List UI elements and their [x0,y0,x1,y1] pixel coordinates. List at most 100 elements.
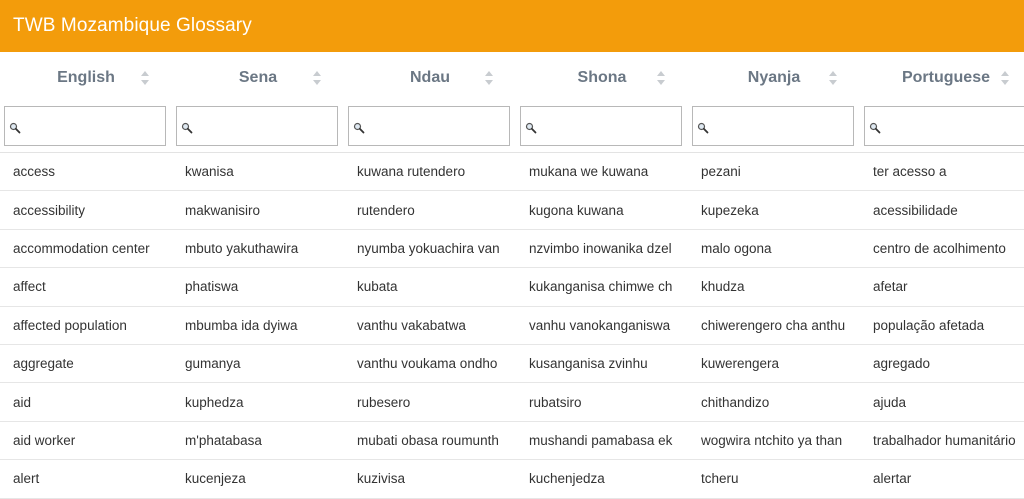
table-cell: kugona kuwana [529,202,624,218]
table-cell: accommodation center [13,240,150,256]
table-cell: phatiswa [185,279,239,295]
table-row[interactable]: alert kucenjeza kuzivisa kuchenjedza tcheru a… [0,460,1024,499]
sort-icon[interactable] [656,70,666,86]
table-cell: kucenjeza [185,471,246,487]
table-cell: vanthu voukama ondho [357,356,498,372]
table-cell: nzvimbo inowanika dzel [529,240,672,256]
filter-input-nyanja[interactable] [709,107,859,145]
sort-icon[interactable] [140,70,150,86]
table-row[interactable]: affect phatiswa kubata kukanganisa chimwe c… [0,268,1024,307]
table-cell: nyumba yokuachira van [357,240,500,256]
column-header-english[interactable]: English [0,52,172,104]
table-cell: rubatsiro [529,394,582,410]
column-header-row: English Sena Ndau Shona Nyanja Portugues… [0,52,1024,104]
table-cell: afetar [873,279,908,295]
table-cell: kuwana rutendero [357,164,466,180]
search-icon [353,121,365,134]
column-filter-row [0,104,1024,153]
table-cell: aid [13,394,32,410]
table-cell: alert [13,471,40,487]
table-cell: mukana we kuwana [529,164,649,180]
table-cell: kuphedza [185,394,244,410]
table-cell: mbumba ida dyiwa [185,317,298,333]
filter-input-sena[interactable] [193,107,343,145]
table-cell: agregado [873,356,931,372]
table-cell: mubati obasa roumunth [357,432,499,448]
table-row[interactable]: access kwanisa kuwana rutendero mukana we k… [0,153,1024,192]
table-cell: mbuto yakuthawira [185,240,299,256]
table-cell: tcheru [701,471,739,487]
filter-input-ndau[interactable] [365,107,515,145]
table-cell: affected population [13,317,127,333]
sort-icon[interactable] [312,70,322,86]
table-cell: centro de acolhimento [873,240,1006,256]
column-header-label: Ndau [410,69,450,86]
glossary-table: English Sena Ndau Shona Nyanja Portugues… [0,52,1024,499]
table-row[interactable]: aid worker m'phatabasa mubati obasa roumun… [0,422,1024,461]
table-cell: pezani [701,164,741,180]
table-cell: ajuda [873,394,907,410]
sort-icon[interactable] [828,70,838,86]
filter-input-portuguese[interactable] [881,107,1024,145]
table-row[interactable]: aid kuphedza rubesero rubatsiro chithandizo a… [0,383,1024,422]
app-title: TWB Mozambique Glossary [13,15,252,36]
filter-input-english[interactable] [21,107,171,145]
filter-box-nyanja [692,106,859,146]
table-row[interactable]: accessibility makwanisiro rutendero kugona … [0,191,1024,230]
filter-input-shona[interactable] [537,107,687,145]
table-cell: alertar [873,471,912,487]
table-cell: kwanisa [185,164,234,180]
table-cell: khudza [701,279,745,295]
table-cell: ter acesso a [873,164,947,180]
table-cell: kubata [357,279,398,295]
table-cell: m'phatabasa [185,432,262,448]
table-cell: acessibilidade [873,202,958,218]
column-header-portuguese[interactable]: Portuguese [860,52,1024,104]
table-cell: mushandi pamabasa ek [529,432,673,448]
table-cell: gumanya [185,356,241,372]
filter-box-ndau [348,106,515,146]
table-cell: makwanisiro [185,202,261,218]
sort-icon[interactable] [484,70,494,86]
column-header-ndau[interactable]: Ndau [344,52,516,104]
column-header-shona[interactable]: Shona [516,52,688,104]
filter-box-sena [176,106,343,146]
column-header-label: Shona [577,69,627,86]
table-cell: kuchenjedza [529,471,605,487]
table-cell: kusanganisa zvinhu [529,356,648,372]
table-cell: aid worker [13,432,76,448]
table-cell: rubesero [357,394,411,410]
search-icon [9,121,21,134]
table-cell: accessibility [13,202,86,218]
column-header-label: Sena [238,69,278,86]
column-header-label: English [57,69,115,86]
search-icon [525,121,537,134]
table-cell: kukanganisa chimwe ch [529,279,673,295]
column-header-label: Nyanja [747,69,801,86]
table-cell: população afetada [873,317,985,333]
table-cell: chiwerengero cha anthu [701,317,846,333]
table-cell: rutendero [357,202,415,218]
table-cell: affect [13,279,46,295]
table-cell: kuwerengera [701,356,780,372]
table-row[interactable]: aggregate gumanya vanthu voukama ondho kusa… [0,345,1024,384]
table-cell: kuzivisa [357,471,406,487]
column-header-nyanja[interactable]: Nyanja [688,52,860,104]
table-cell: kupezeka [701,202,759,218]
column-header-sena[interactable]: Sena [172,52,344,104]
table-cell: vanthu vakabatwa [357,317,466,333]
sort-icon[interactable] [1000,70,1010,86]
table-cell: malo ogona [701,240,772,256]
table-cell: vanhu vanokanganiswa [529,317,671,333]
search-icon [181,121,193,134]
app-header: TWB Mozambique Glossary [0,0,1024,52]
table-cell: access [13,164,56,180]
table-cell: wogwira ntchito ya than [701,432,843,448]
table-row[interactable]: accommodation center mbuto yakuthawira nyu… [0,230,1024,269]
search-icon [869,121,881,134]
column-header-label: Portuguese [901,69,990,86]
table-cell: aggregate [13,356,74,372]
filter-box-portuguese [864,106,1024,146]
table-row[interactable]: affected population mbumba ida dyiwa vanth… [0,307,1024,345]
filter-box-shona [520,106,687,146]
